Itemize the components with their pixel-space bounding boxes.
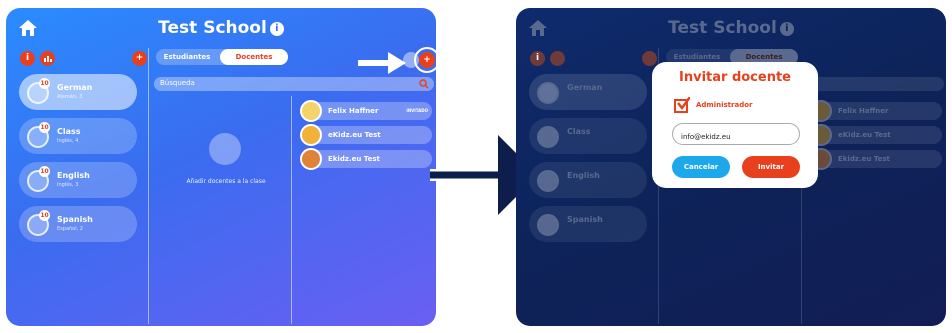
stats-icon <box>550 51 565 66</box>
class-badge: 10 <box>39 122 50 133</box>
email-field[interactable] <box>672 123 800 145</box>
class-badge: 10 <box>39 210 50 221</box>
class-card-class: Class <box>529 118 647 154</box>
class-sub: Español, 2 <box>57 226 83 232</box>
class-name: Spanish <box>567 215 603 224</box>
class-card-german[interactable]: 10 German Alemán, 3 <box>19 74 137 110</box>
teachers-screen: Test School i i + 10 German Alemán, 3 10 … <box>6 8 436 326</box>
teacher-name: Felix Haffner <box>838 107 889 115</box>
teacher-name: eKidz.eu Test <box>328 131 381 139</box>
column-divider <box>148 48 149 324</box>
invite-teacher-dialog: Invitar docente Administrador Cancelar I… <box>652 62 818 188</box>
search-placeholder: Búsqueda <box>160 79 195 87</box>
class-name: Class <box>567 127 591 136</box>
teacher-row[interactable]: Ekidz.eu Test <box>300 148 432 170</box>
school-name: Test School <box>668 18 777 38</box>
class-name: Spanish <box>57 215 93 224</box>
teacher-name: Ekidz.eu Test <box>328 155 380 163</box>
cancel-button[interactable]: Cancelar <box>672 156 730 178</box>
teacher-avatar <box>300 100 322 122</box>
class-card-spanish: Spanish <box>529 206 647 242</box>
invited-badge: INVITADO <box>406 108 428 113</box>
class-avatar-icon <box>537 82 559 104</box>
admin-checkbox-label: Administrador <box>696 101 753 109</box>
teacher-avatar <box>300 148 322 170</box>
info-icon[interactable]: i <box>269 22 284 36</box>
add-class-button <box>642 51 657 66</box>
search-input[interactable]: Búsqueda <box>154 77 434 91</box>
admin-checkbox[interactable] <box>674 97 690 113</box>
teacher-row[interactable]: Felix Haffner INVITADO <box>300 100 432 122</box>
info-button[interactable]: i <box>20 51 35 66</box>
class-sub: Alemán, 3 <box>57 94 83 100</box>
class-card-class[interactable]: 10 Class Inglés, 4 <box>19 118 137 154</box>
email-input[interactable] <box>681 133 791 141</box>
page-title: Test School i <box>516 18 946 38</box>
teacher-name: Ekidz.eu Test <box>838 155 890 163</box>
pointer-arrow-icon <box>358 52 406 74</box>
teacher-avatar <box>300 124 322 146</box>
tutorial-stage: Test School i i + 10 German Alemán, 3 10 … <box>0 0 952 333</box>
class-card-english[interactable]: 10 English Inglés, 3 <box>19 162 137 198</box>
school-name: Test School <box>158 18 267 38</box>
class-avatar-icon <box>537 170 559 192</box>
class-avatar-icon <box>537 214 559 236</box>
class-name: German <box>567 83 603 92</box>
class-badge: 10 <box>39 166 50 177</box>
class-card-spanish[interactable]: 10 Spanish Español, 2 <box>19 206 137 242</box>
class-name: English <box>57 171 90 180</box>
class-sub: Inglés, 3 <box>57 182 79 188</box>
tab-bar: Estudiantes Docentes <box>156 49 288 65</box>
teacher-row: eKidz.eu Test <box>810 124 942 146</box>
teacher-row[interactable]: eKidz.eu Test <box>300 124 432 146</box>
column-divider <box>291 96 292 324</box>
class-name: German <box>57 83 93 92</box>
tab-docentes[interactable]: Docentes <box>220 49 288 65</box>
class-card-german: German <box>529 74 647 110</box>
empty-class-icon <box>209 133 241 165</box>
dialog-title: Invitar docente <box>679 70 791 85</box>
info-icon: i <box>779 22 794 36</box>
class-avatar-icon <box>537 126 559 148</box>
info-button: i <box>530 51 545 66</box>
teacher-name: eKidz.eu Test <box>838 131 891 139</box>
add-class-button[interactable]: + <box>132 51 147 66</box>
teacher-row: Felix Haffner <box>810 100 942 122</box>
class-badge: 10 <box>39 78 50 89</box>
empty-state-text: Añadir docentes a la clase <box>186 178 266 185</box>
class-name: English <box>567 171 600 180</box>
class-name: Class <box>57 127 81 136</box>
teacher-row: Ekidz.eu Test <box>810 148 942 170</box>
class-card-english: English <box>529 162 647 198</box>
invite-button[interactable]: Invitar <box>742 156 800 178</box>
check-icon <box>677 97 690 111</box>
stats-icon[interactable] <box>40 51 55 66</box>
class-sub: Inglés, 4 <box>57 138 79 144</box>
tab-estudiantes[interactable]: Estudiantes <box>156 49 218 65</box>
search-icon[interactable] <box>419 79 429 89</box>
add-teacher-button[interactable]: + <box>419 52 435 68</box>
teacher-name: Felix Haffner <box>328 107 379 115</box>
page-title: Test School i <box>6 18 436 38</box>
